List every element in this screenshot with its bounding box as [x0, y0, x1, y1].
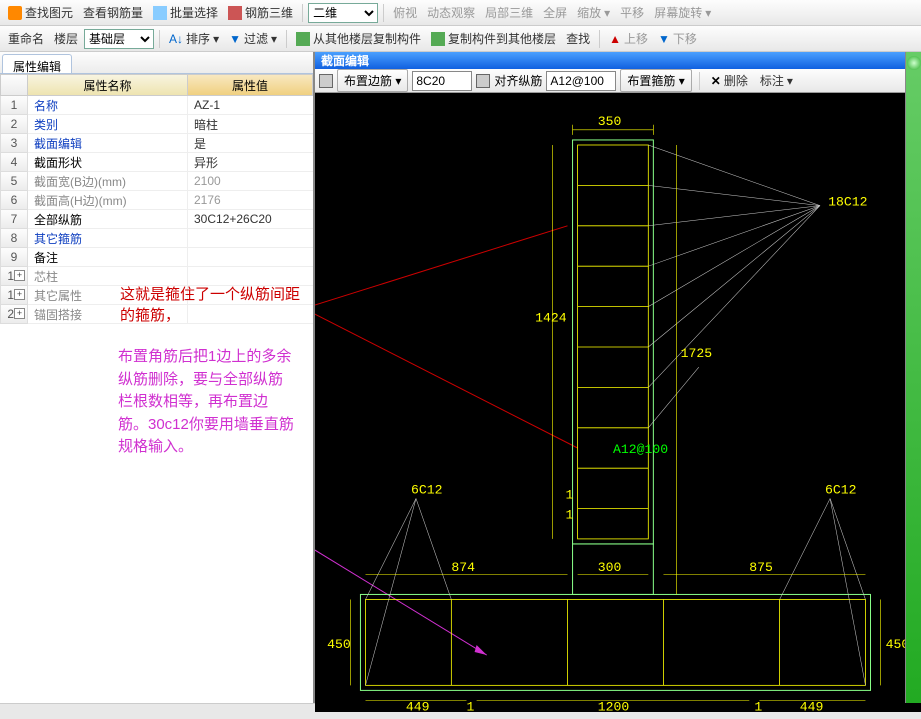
- prop-name: 名称: [28, 96, 188, 115]
- col-header-value: 属性值: [188, 74, 313, 96]
- svg-text:18C12: 18C12: [828, 195, 867, 210]
- svg-text:1424: 1424: [535, 311, 567, 326]
- prop-name: 备注: [28, 248, 188, 267]
- tb-find-element[interactable]: 查找图元: [4, 2, 77, 23]
- tb-copy-to[interactable]: 复制构件到其他楼层: [427, 28, 560, 49]
- expand-icon[interactable]: +: [14, 308, 25, 319]
- right-edge-bar[interactable]: [905, 52, 921, 703]
- cad-panel: 截面编辑 布置边筋 ▾ 对齐纵筋 布置箍筋 ▾ ✕删除 标注▾: [315, 52, 921, 703]
- tb-fullscreen[interactable]: 全屏: [539, 2, 571, 23]
- tb-top-view[interactable]: 俯视: [389, 2, 421, 23]
- btn-layout-side[interactable]: 布置边筋 ▾: [337, 69, 408, 92]
- prop-name: 截面编辑: [28, 134, 188, 153]
- svg-text:450: 450: [327, 637, 351, 652]
- prop-value[interactable]: 暗柱: [188, 115, 313, 134]
- tb-dynamic-observe[interactable]: 动态观察: [423, 2, 479, 23]
- svg-text:A12@100: A12@100: [613, 442, 668, 457]
- svg-text:350: 350: [598, 114, 622, 129]
- tb-move-down[interactable]: ▼下移: [654, 28, 701, 49]
- svg-text:6C12: 6C12: [411, 482, 443, 497]
- svg-text:1: 1: [467, 700, 475, 712]
- property-row[interactable]: 1名称AZ-1: [0, 96, 313, 115]
- prop-name: 截面高(H边)(mm): [28, 191, 188, 210]
- tb-batch-select[interactable]: 批量选择: [149, 2, 222, 23]
- tb-move-up[interactable]: ▲上移: [605, 28, 652, 49]
- tb-filter[interactable]: ▼过滤▾: [225, 28, 281, 49]
- svg-text:1: 1: [565, 508, 573, 523]
- svg-text:449: 449: [406, 700, 430, 712]
- grid-icon[interactable]: [319, 74, 333, 88]
- property-row[interactable]: 8其它箍筋: [0, 229, 313, 248]
- tb-rebar-3d[interactable]: 钢筋三维: [224, 2, 297, 23]
- prop-value[interactable]: 异形: [188, 153, 313, 172]
- tb-copy-from[interactable]: 从其他楼层复制构件: [292, 28, 425, 49]
- tb-screen-rotate[interactable]: 屏幕旋转▾: [650, 2, 715, 23]
- tb-rename[interactable]: 重命名: [4, 28, 48, 49]
- prop-value[interactable]: 是: [188, 134, 313, 153]
- view-mode-select[interactable]: 二维: [308, 3, 378, 23]
- prop-name: 其它箍筋: [28, 229, 188, 248]
- prop-value[interactable]: [188, 248, 313, 267]
- tb-zoom[interactable]: 缩放▾: [573, 2, 614, 23]
- label-align: 对齐纵筋: [494, 72, 542, 89]
- svg-text:874: 874: [451, 560, 475, 575]
- cad-toolbar: 布置边筋 ▾ 对齐纵筋 布置箍筋 ▾ ✕删除 标注▾: [315, 69, 921, 93]
- prop-value[interactable]: AZ-1: [188, 96, 313, 115]
- annotation-red: 这就是箍住了一个纵筋间距的箍筋，: [0, 284, 313, 326]
- svg-text:1725: 1725: [681, 346, 713, 361]
- tab-property-edit[interactable]: 属性编辑: [2, 54, 72, 73]
- cad-window-title: 截面编辑: [315, 52, 921, 69]
- grid-header: 属性名称 属性值: [0, 74, 313, 96]
- expand-icon[interactable]: +: [14, 270, 25, 281]
- tb-floor[interactable]: 楼层: [50, 28, 82, 49]
- svg-text:1: 1: [754, 700, 762, 712]
- btn-annotate[interactable]: 标注▾: [756, 70, 797, 91]
- col-header-name: 属性名称: [28, 74, 188, 96]
- prop-name: 截面宽(B边)(mm): [28, 172, 188, 191]
- tb-sort[interactable]: A↓排序▾: [165, 28, 223, 49]
- property-panel: 属性编辑 属性名称 属性值 1名称AZ-12类别暗柱3截面编辑是4截面形状异形5…: [0, 52, 315, 703]
- cad-canvas[interactable]: 350 18C12 1424 1725 A12@100 6C12 6C12 87…: [315, 93, 921, 712]
- svg-text:300: 300: [598, 560, 622, 575]
- input-side-rebar[interactable]: [412, 71, 472, 91]
- svg-text:875: 875: [749, 560, 773, 575]
- property-row[interactable]: 4截面形状异形: [0, 153, 313, 172]
- property-row[interactable]: 2类别暗柱: [0, 115, 313, 134]
- svg-text:449: 449: [800, 700, 824, 712]
- main-toolbar-1: 查找图元 查看钢筋量 批量选择 钢筋三维 二维 俯视 动态观察 局部三维 全屏 …: [0, 0, 921, 26]
- property-row[interactable]: 5截面宽(B边)(mm)2100: [0, 172, 313, 191]
- property-row[interactable]: 6截面高(H边)(mm)2176: [0, 191, 313, 210]
- prop-value[interactable]: [188, 229, 313, 248]
- property-row[interactable]: 3截面编辑是: [0, 134, 313, 153]
- align-icon[interactable]: [476, 74, 490, 88]
- property-row[interactable]: 7全部纵筋30C12+26C20: [0, 210, 313, 229]
- tb-view-rebar[interactable]: 查看钢筋量: [79, 2, 147, 23]
- expand-icon[interactable]: +: [14, 289, 25, 300]
- property-row[interactable]: 9备注: [0, 248, 313, 267]
- input-align-rebar[interactable]: [546, 71, 616, 91]
- floor-select[interactable]: 基础层: [84, 29, 154, 49]
- svg-text:1: 1: [565, 487, 573, 502]
- svg-text:1200: 1200: [598, 700, 630, 712]
- prop-value[interactable]: 30C12+26C20: [188, 210, 313, 229]
- btn-layout-hoop[interactable]: 布置箍筋 ▾: [620, 69, 691, 92]
- tb-find[interactable]: 查找: [562, 28, 594, 49]
- prop-name: 类别: [28, 115, 188, 134]
- main-toolbar-2: 重命名 楼层 基础层 A↓排序▾ ▼过滤▾ 从其他楼层复制构件 复制构件到其他楼…: [0, 26, 921, 52]
- btn-delete[interactable]: ✕删除: [707, 70, 752, 91]
- annotation-magenta: 布置角筋后把1边上的多余纵筋删除，要与全部纵筋栏根数相等，再布置边筋。30c12…: [0, 326, 313, 459]
- prop-name: 截面形状: [28, 153, 188, 172]
- tb-local-3d[interactable]: 局部三维: [481, 2, 537, 23]
- prop-name: 全部纵筋: [28, 210, 188, 229]
- prop-value[interactable]: 2176: [188, 191, 313, 210]
- tb-pan[interactable]: 平移: [616, 2, 648, 23]
- svg-text:6C12: 6C12: [825, 482, 857, 497]
- prop-value[interactable]: 2100: [188, 172, 313, 191]
